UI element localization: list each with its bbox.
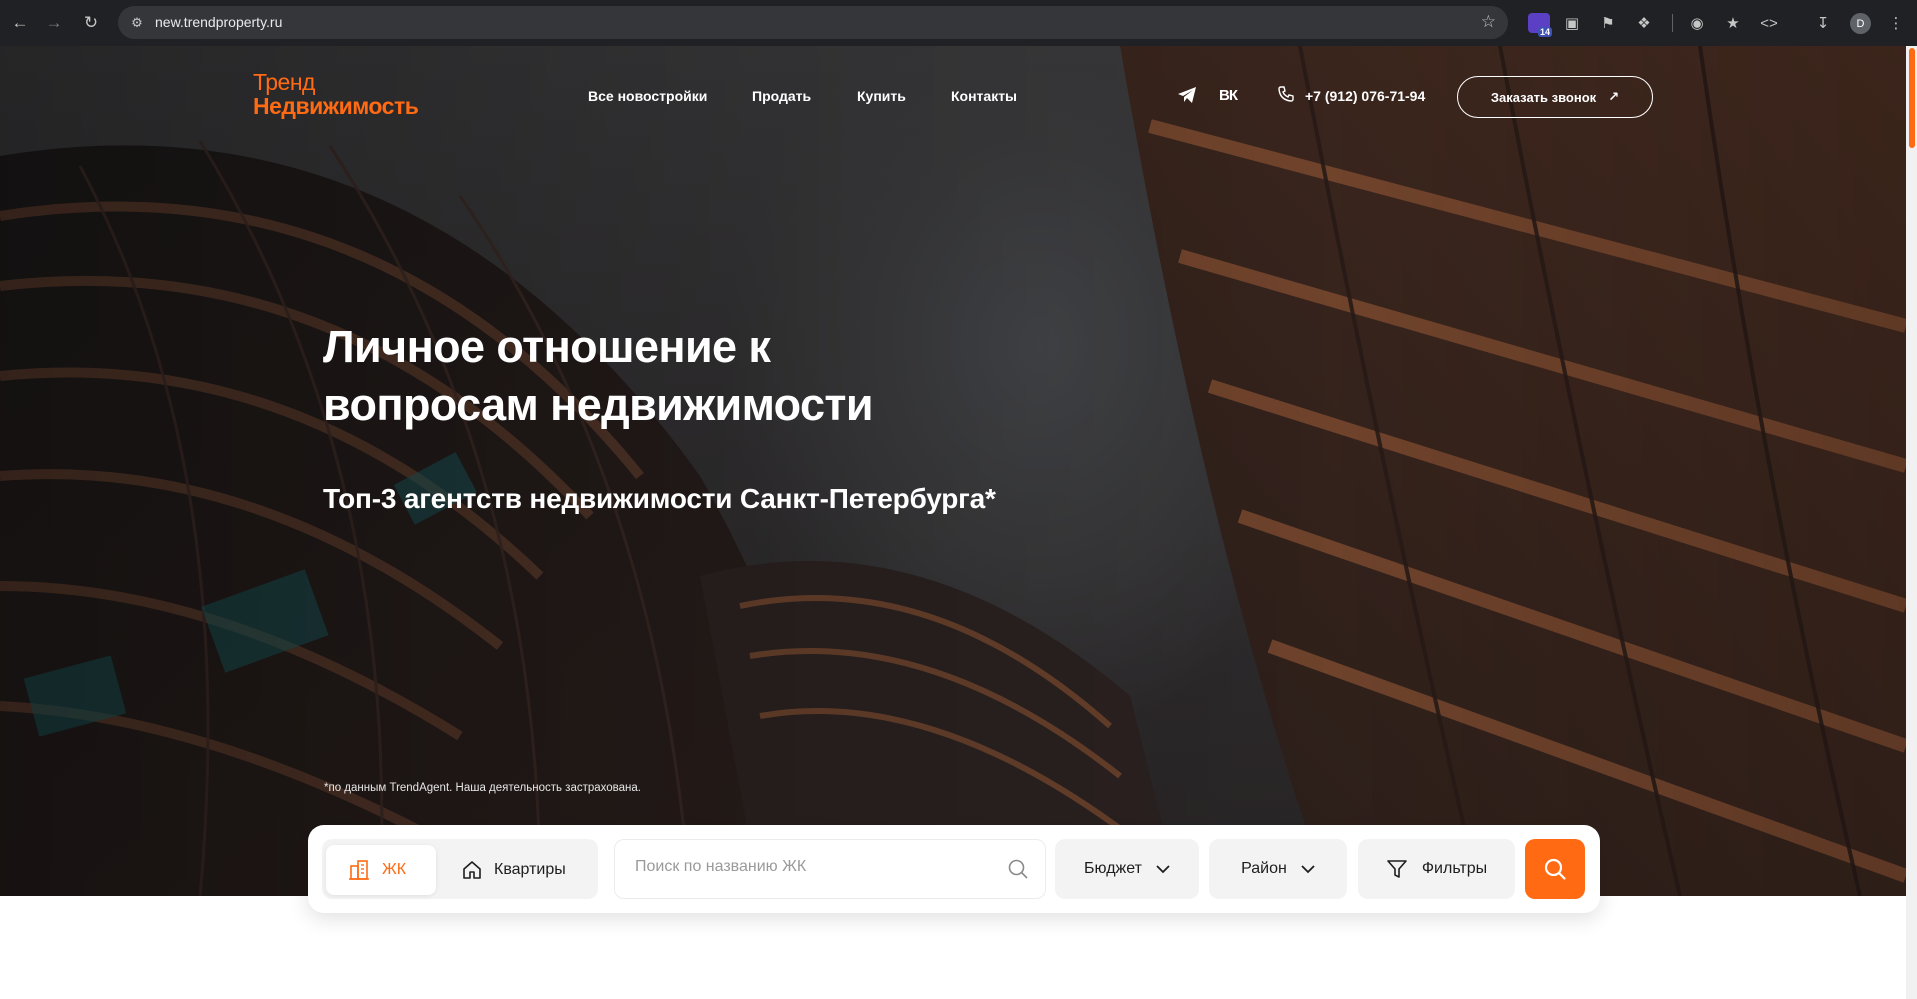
search-icon: [1544, 858, 1566, 880]
phone-icon: [1278, 86, 1294, 106]
arrow-up-right-icon: ↗: [1608, 89, 1620, 104]
extension-badge-icon[interactable]: 14: [1528, 13, 1552, 37]
extension-badge-count: 14: [1537, 27, 1552, 37]
reload-icon[interactable]: ↻: [79, 11, 103, 35]
camera-icon[interactable]: ▣: [1561, 12, 1583, 34]
scrollbar-track[interactable]: [1906, 46, 1917, 999]
back-icon[interactable]: ←: [8, 11, 32, 35]
url-text[interactable]: new.trendproperty.ru: [155, 14, 282, 30]
chevron-down-icon: [1156, 864, 1170, 873]
site-logo[interactable]: Тренд Недвижимость: [253, 69, 419, 119]
filters-button[interactable]: Фильтры: [1358, 839, 1515, 899]
hero-subheadline: Топ-3 агентств недвижимости Санкт-Петерб…: [323, 483, 996, 514]
scrollbar-thumb[interactable]: [1909, 48, 1915, 148]
flag-extension-icon[interactable]: ⚑: [1597, 12, 1619, 34]
hero-footnote: *по данным TrendAgent. Наша деятельность…: [324, 782, 641, 794]
headline-line-2: вопросам недвижимости: [323, 379, 874, 430]
search-panel: ЖК Квартиры Бюджет Район Фильтры: [308, 825, 1600, 913]
tab-complex-label: ЖК: [382, 861, 407, 878]
complex-search-field[interactable]: [614, 839, 1046, 899]
hero-headline: Личное отношение к вопросам недвижимости: [323, 318, 1023, 434]
callback-label: Заказать звонок: [1490, 89, 1597, 105]
site-settings-icon[interactable]: ⚙: [128, 14, 146, 32]
budget-dropdown[interactable]: Бюджет: [1055, 839, 1199, 899]
star-list-icon[interactable]: ★: [1722, 12, 1744, 34]
forward-icon[interactable]: →: [42, 11, 66, 35]
vk-icon[interactable]: ВК: [1219, 87, 1238, 104]
browser-toolbar: ← → ↻ ⚙ new.trendproperty.ru ☆ 14 ▣ ⚑ ❖ …: [0, 0, 1917, 46]
nav-link-buy[interactable]: Купить: [857, 88, 906, 104]
search-icon[interactable]: [1007, 858, 1029, 880]
phone-number[interactable]: +7 (912) 076-71-94: [1305, 88, 1425, 104]
tab-complex[interactable]: ЖК: [326, 845, 436, 895]
logo-line-1: Тренд: [253, 69, 315, 95]
nav-link-sell[interactable]: Продать: [752, 88, 811, 104]
nav-link-contacts[interactable]: Контакты: [951, 88, 1017, 104]
toolbar-divider: [1672, 14, 1673, 32]
tab-apartments[interactable]: Квартиры: [440, 845, 590, 895]
tab-apartments-label: Квартиры: [494, 861, 566, 878]
address-bar[interactable]: ⚙ new.trendproperty.ru ☆: [118, 6, 1508, 39]
filter-funnel-icon: [1387, 860, 1407, 878]
incognito-icon[interactable]: ◉: [1686, 12, 1708, 34]
menu-icon[interactable]: ⋮: [1885, 12, 1907, 34]
headline-line-1: Личное отношение к: [323, 321, 771, 372]
type-toggle: ЖК Квартиры: [322, 839, 598, 899]
filters-label: Фильтры: [1421, 860, 1488, 877]
profile-avatar[interactable]: D: [1850, 13, 1871, 34]
home-icon: [463, 861, 481, 879]
hero-overlay: [0, 46, 1906, 896]
nav-link-all-new-buildings[interactable]: Все новостройки: [588, 88, 707, 104]
district-label: Район: [1241, 860, 1287, 877]
building-icon: [349, 860, 369, 880]
callback-button[interactable]: Заказать звонок ↗: [1457, 76, 1653, 118]
bookmark-star-icon[interactable]: ☆: [1481, 12, 1496, 32]
logo-line-2: Недвижимость: [253, 93, 419, 119]
search-submit-button[interactable]: [1525, 839, 1585, 899]
budget-label: Бюджет: [1084, 860, 1142, 877]
extensions-icon[interactable]: ❖: [1633, 12, 1655, 34]
telegram-icon[interactable]: [1177, 86, 1197, 109]
complex-search-input[interactable]: [635, 858, 995, 876]
code-icon[interactable]: <>: [1758, 12, 1780, 34]
hero-section: [0, 46, 1906, 896]
chevron-down-icon: [1301, 864, 1315, 873]
download-icon[interactable]: ↧: [1812, 12, 1834, 34]
district-dropdown[interactable]: Район: [1209, 839, 1347, 899]
